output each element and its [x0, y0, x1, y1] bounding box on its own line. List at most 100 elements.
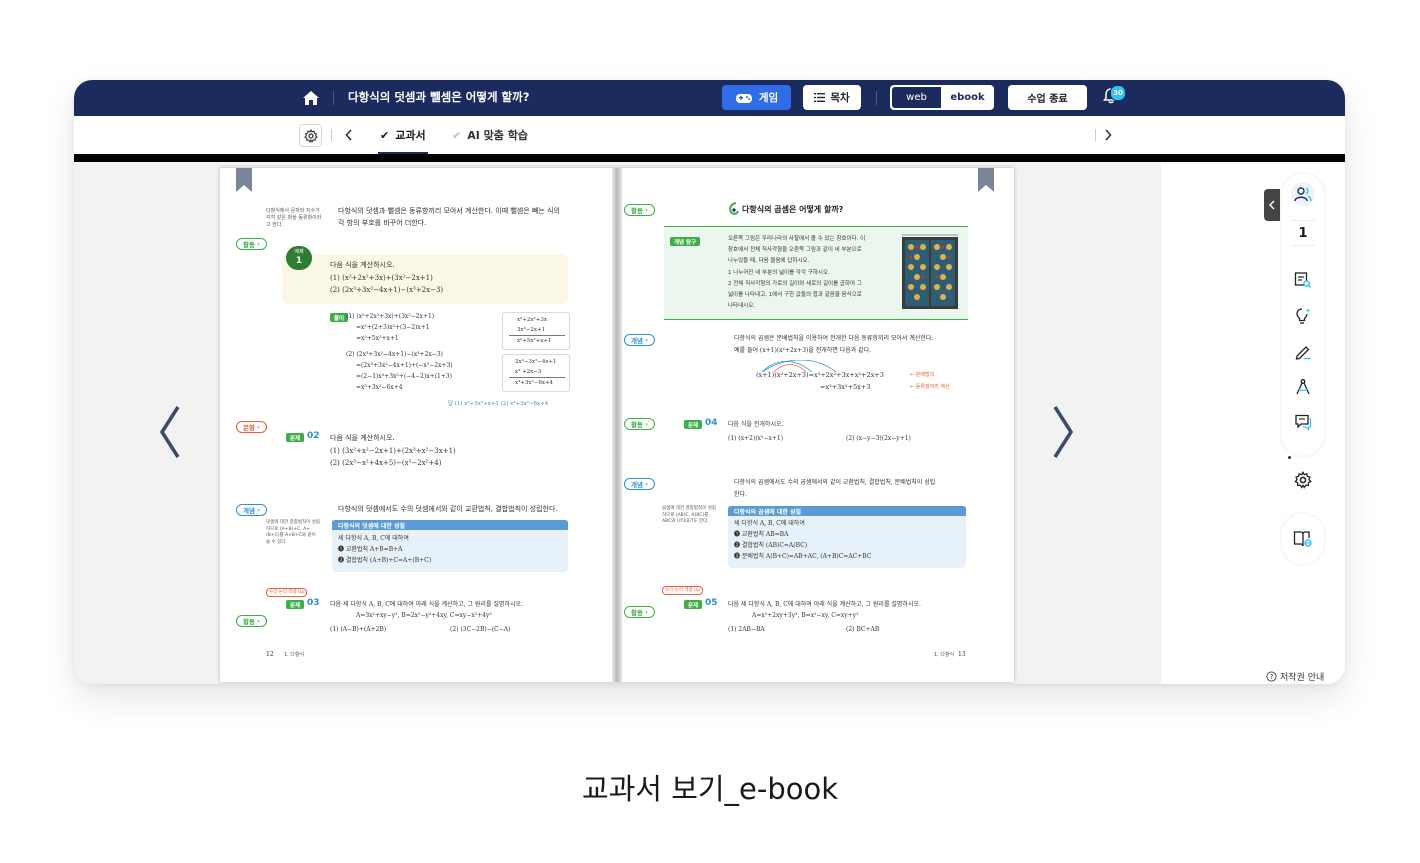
- section-title: 다항식의 곱셈은 어떻게 할까?: [742, 204, 844, 214]
- concept-box-line: ❷ 결합법칙 (A+B)+C=A+(B+C): [338, 557, 432, 564]
- side-note: 다항식에서 문자와 지수가 각각 같은 항을 동류항이라고 한다.: [266, 208, 322, 228]
- copyright-link[interactable]: ? 저작권 안내: [1266, 670, 1324, 683]
- activity-pill[interactable]: 활동 ›: [236, 615, 267, 627]
- solution-line: (2) (2x³+3x²−4x+1)−(x³+2x−3): [346, 351, 443, 358]
- tab-textbook[interactable]: ✔ 교과서: [378, 116, 428, 154]
- question-item: (1) 2AB−BA: [728, 626, 765, 633]
- explore-tag: 개념 탐구: [670, 237, 701, 246]
- page-footer-label: 1. 다항식: [284, 652, 305, 658]
- solution-line: (1) (x²+2x²+3x)+(3x²−2x+1): [346, 313, 435, 320]
- divider: [876, 91, 877, 105]
- activity-pill[interactable]: 활동 ›: [624, 204, 655, 216]
- concept-pill[interactable]: 개념 ›: [624, 334, 655, 346]
- next-page-arrow-icon[interactable]: [1049, 402, 1077, 462]
- help-circle-icon: ?: [1266, 671, 1277, 682]
- ebook-viewer: 다항식에서 문자와 지수가 각각 같은 항을 동류항이라고 한다. 다항식의 덧…: [74, 162, 1161, 684]
- user-count: 1: [1291, 220, 1315, 246]
- concept-box-line: 세 다항식 A, B, C에 대하여: [338, 535, 409, 542]
- question-item: (1) (A−B)+(A+2B): [330, 626, 387, 633]
- math-up-tag: 수리·논리 역량 Up: [266, 588, 308, 597]
- svg-text:?: ?: [1270, 673, 1274, 681]
- question-item: (2) (2x³−x²+4x+5)−(x³−2x²+4): [330, 459, 442, 467]
- game-button[interactable]: 게임: [722, 85, 791, 110]
- expand-note: ← 동류항끼리 계산: [910, 384, 950, 390]
- question-item: (2) (3C−2B)−(C−A): [450, 626, 511, 633]
- problem-pill[interactable]: 문항 ›: [236, 421, 267, 433]
- tab-scroll-left-icon[interactable]: [341, 126, 357, 144]
- page-number: 13: [958, 651, 966, 658]
- activity-pill-label: 활동: [631, 421, 643, 429]
- concept-pill-label: 개념: [631, 337, 643, 345]
- solution-line: =x²+(2+3)x²+(3−2)x+1: [356, 324, 430, 331]
- end-class-button[interactable]: 수업 종료: [1008, 85, 1087, 110]
- prev-page-arrow-icon[interactable]: [156, 402, 184, 462]
- solution-line: =x²+5x²+x+1: [356, 335, 399, 342]
- top-bar: 다항식의 덧셈과 뺄셈은 어떻게 할까? 게임 목차 web ebook 수업 …: [74, 80, 1345, 116]
- settings-icon[interactable]: [1291, 468, 1315, 492]
- tab-textbook-label: 교과서: [395, 129, 426, 142]
- concept-intro: 다항식의 덧셈에서도 수의 덧셈에서와 같이 교환법칙, 결합법칙이 성립한다.: [338, 505, 558, 513]
- lightbulb-icon[interactable]: [1291, 304, 1315, 328]
- example-item: (1) (x²+2x²+3x)+(3x²−2x+1): [330, 274, 433, 282]
- question-item: (1) (x+2)(x²−x+1): [728, 435, 784, 442]
- tab-ai-learning[interactable]: ✔ AI 맞춤 학습: [452, 116, 528, 154]
- question-item: (1) (3x²+x²−2x+1)+(2x³+x²−3x+1): [330, 447, 456, 455]
- compass-icon[interactable]: [1291, 375, 1315, 399]
- concept-box-title: 다항식의 곱셈에 대한 성질: [728, 506, 966, 516]
- activity-pill[interactable]: 활동 ›: [236, 238, 267, 250]
- side-note: 덧셈에 대한 결합법칙이 성립하므로 (A+B)+C, A+(B+C)를 A+B…: [266, 520, 320, 545]
- column-calc-box: x²+2x²+3x 3x²−2x+1 x²+5x²+x+1: [502, 312, 570, 350]
- expand-line: (x+1)(x²+2x+3)=x³+2x²+3x+x²+2x+3: [756, 371, 884, 379]
- activity-pill[interactable]: 활동 ›: [624, 418, 655, 430]
- collapse-panel-icon[interactable]: [1264, 189, 1280, 221]
- bookmark-icon[interactable]: [236, 168, 252, 192]
- divider: [333, 91, 334, 105]
- concept-box: 다항식의 곱셈에 대한 성질 세 다항식 A, B, C에 대하여 ❶ 교환법칙…: [728, 506, 966, 568]
- activity-pill[interactable]: 활동 ›: [624, 606, 655, 618]
- concept-text: 한다.: [734, 491, 747, 498]
- question-prompt: 다음 세 다항식 A, B, C에 대하여 아래 식을 계산하고, 그 원리를 …: [728, 601, 921, 608]
- settings-gear-icon[interactable]: [299, 124, 322, 147]
- explore-line: 창호에서 전체 직사각형을 오른쪽 그림과 같이 네 부분으로: [728, 247, 862, 253]
- users-icon[interactable]: [1291, 182, 1315, 206]
- view-web-option[interactable]: web: [891, 86, 943, 109]
- expand-line: =x³+3x²+5x+3: [820, 383, 871, 391]
- column-calc-line: 3x²−2x+1: [517, 327, 546, 333]
- tab-bar: ✔ 교과서 ✔ AI 맞춤 학습: [74, 116, 1345, 154]
- concept-box-line: 세 다항식 A, B, C에 대하여: [734, 520, 805, 527]
- example-label: 예제: [294, 249, 304, 255]
- toc-label: 목차: [830, 92, 850, 104]
- view-ebook-option[interactable]: ebook: [942, 86, 993, 109]
- explore-line: 나타내시오.: [728, 303, 756, 309]
- copyright-label: 저작권 안내: [1280, 673, 1325, 683]
- expand-note: ← 분배법칙: [910, 372, 935, 378]
- chat-icon[interactable]: [1291, 410, 1315, 434]
- concept-text: 다항식의 곱셈은 분배법칙을 이용하여 전개한 다음 동류항끼리 모아서 계산한…: [734, 335, 934, 342]
- question-prompt: 다음 식을 전개하시오.: [728, 421, 784, 428]
- check-icon: ✔: [380, 128, 390, 142]
- concept-pill-label: 개념: [243, 507, 255, 515]
- home-icon[interactable]: [299, 86, 323, 110]
- concept-pill[interactable]: 개념 ›: [236, 504, 267, 516]
- question-item: (2) BC+AB: [846, 626, 880, 633]
- question-given: A=3x²+xy−y², B=2x²−y²+4xy, C=xy−x²+4y²: [356, 612, 492, 619]
- example-item: (2) (2x³+3x²−4x+1)−(x³+2x−3): [330, 286, 444, 294]
- check-icon: ✔: [452, 128, 462, 142]
- concept-box-title: 다항식의 덧셈에 대한 성질: [332, 520, 568, 530]
- temple-window-image: [902, 234, 958, 309]
- explore-line: 2 전체 직사각형의 가로의 길이와 세로의 길이를 곱하여 그: [728, 281, 862, 287]
- bookmark-icon[interactable]: [978, 168, 994, 192]
- toc-button[interactable]: 목차: [803, 85, 861, 110]
- tab-scroll-right-icon[interactable]: [1100, 126, 1116, 144]
- ebook-icon[interactable]: [1291, 527, 1315, 551]
- question-given: A=x²+2xy+3y², B=x²−xy, C=xy+y²: [752, 612, 859, 619]
- question-tag: 문제: [286, 600, 305, 609]
- gamepad-icon: [735, 93, 752, 103]
- concept-pill[interactable]: 개념 ›: [624, 478, 655, 490]
- pen-icon[interactable]: [1291, 340, 1315, 364]
- explore-line: 오른쪽 그림은 우리나라의 사찰에서 볼 수 있는 창호이다. 이: [728, 236, 866, 242]
- page-number: 12: [266, 651, 274, 658]
- list-icon: [814, 93, 826, 102]
- concept-box-line: ❷ 결합법칙 (AB)C=A(BC): [734, 542, 808, 549]
- search-document-icon[interactable]: [1291, 268, 1315, 292]
